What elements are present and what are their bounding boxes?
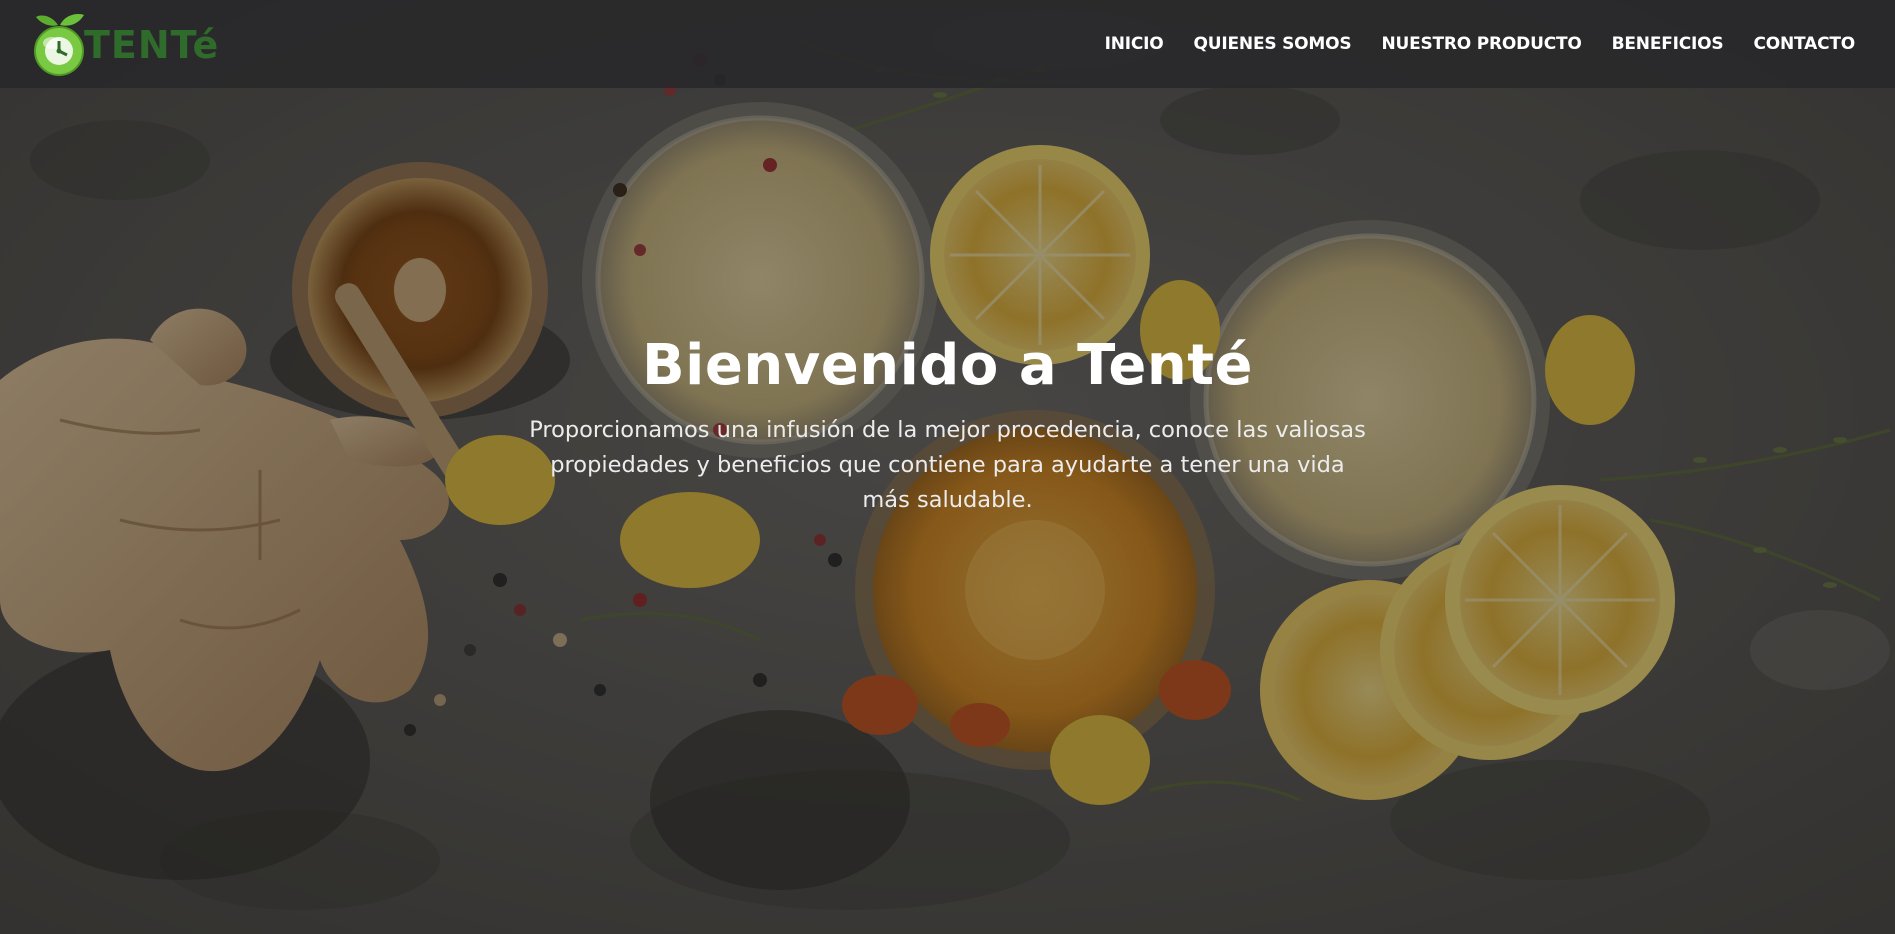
hero-description: Proporcionamos una infusión de la mejor … bbox=[529, 416, 1366, 513]
nav-link-quienes-somos[interactable]: QUIENES SOMOS bbox=[1194, 34, 1352, 54]
brand-logo-link[interactable]: TENTé bbox=[28, 9, 219, 79]
hero-title: Bienvenido a Tenté bbox=[642, 333, 1253, 398]
nav-link-beneficios[interactable]: BENEFICIOS bbox=[1612, 34, 1724, 54]
brand-name: TENTé bbox=[84, 23, 220, 67]
hero-section: Bienvenido a Tenté Proporcionamos una in… bbox=[0, 330, 1895, 518]
nav-link-contacto[interactable]: CONTACTO bbox=[1753, 34, 1855, 54]
top-navbar: TENTé INICIO QUIENES SOMOS NUESTRO PRODU… bbox=[0, 0, 1895, 88]
page: TENTé INICIO QUIENES SOMOS NUESTRO PRODU… bbox=[0, 0, 1895, 934]
nav-link-nuestro-producto[interactable]: NUESTRO PRODUCTO bbox=[1381, 34, 1581, 54]
orange-fruit-logo-icon bbox=[34, 14, 84, 76]
nav-menu: INICIO QUIENES SOMOS NUESTRO PRODUCTO BE… bbox=[1075, 34, 1856, 54]
nav-link-inicio[interactable]: INICIO bbox=[1105, 34, 1164, 54]
